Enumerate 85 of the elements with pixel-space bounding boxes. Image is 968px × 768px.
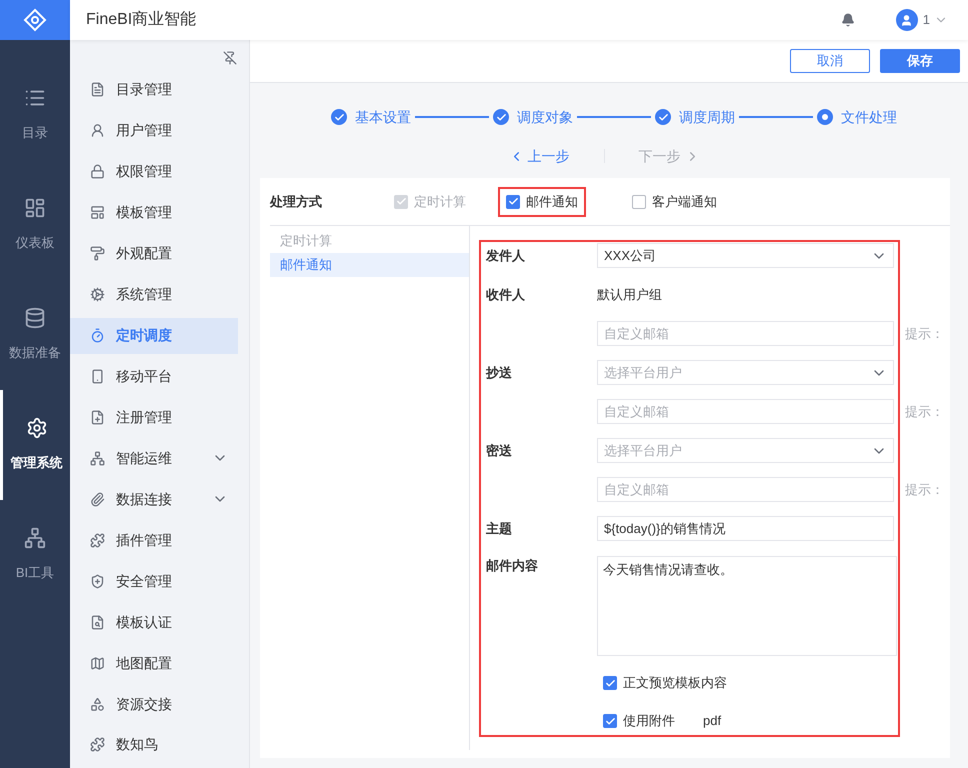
paperclip-icon [90, 492, 105, 507]
pin-icon[interactable] [223, 51, 237, 65]
document-search-icon [90, 614, 105, 630]
settings-icon [26, 417, 48, 440]
input-field[interactable]: 自定义邮箱 [597, 477, 894, 502]
user-icon [90, 123, 105, 138]
input-field[interactable]: 自定义邮箱 [597, 399, 894, 424]
nav-item[interactable]: BI工具 [0, 500, 70, 610]
checkmark-icon [396, 196, 406, 207]
user-name[interactable]: 1 [922, 10, 930, 30]
paint-roller-icon [90, 246, 105, 262]
database-icon [24, 307, 46, 330]
option-label[interactable]: 客户端通知 [652, 192, 717, 212]
message-field[interactable]: 今天销售情况请查收。 [597, 556, 897, 656]
shapes-icon [90, 696, 105, 712]
hint-text: 提示： [905, 402, 944, 421]
sidebar-item[interactable]: 移动平台 [70, 358, 238, 394]
input-field[interactable]: ${today()}的销售情况 [597, 516, 894, 541]
timer-icon [90, 328, 105, 344]
sidebar-item[interactable]: 注册管理 [70, 399, 238, 436]
sidebar-item[interactable]: 系统管理 [70, 276, 238, 313]
field-label: 密送 [486, 442, 512, 458]
save-button[interactable]: 保存 [880, 49, 960, 73]
puzzle-icon [90, 532, 105, 548]
sidebar-item[interactable]: 外观配置 [70, 236, 238, 272]
checkbox[interactable] [506, 194, 520, 208]
sidebar-item[interactable]: 权限管理 [70, 154, 238, 190]
sidebar-item[interactable]: 地图配置 [70, 645, 238, 682]
logo-icon[interactable] [0, 0, 70, 40]
hint-text: 提示： [905, 480, 944, 499]
field-label: 发件人 [486, 248, 525, 263]
field-label: 抄送 [486, 364, 512, 380]
step-item: 基本设置 [331, 106, 411, 128]
nav-item[interactable]: 数据准备 [0, 280, 70, 390]
checkmark-icon [604, 716, 616, 726]
document-plus-icon [90, 410, 105, 425]
network-icon [24, 527, 46, 550]
step-item: 调度对象 [493, 106, 573, 128]
field-value: 默认用户组 [597, 286, 662, 304]
sidebar-item[interactable]: 数据连接 [70, 481, 238, 518]
settings-icon [90, 287, 105, 302]
select-field[interactable]: XXX公司 [597, 243, 894, 268]
app-title: FineBI商业智能 [86, 10, 196, 30]
nav-item[interactable]: 目录 [0, 60, 70, 170]
checkbox[interactable] [603, 714, 617, 728]
checkbox[interactable] [632, 194, 646, 208]
sidebar-item[interactable]: 安全管理 [70, 563, 238, 600]
puzzle-icon [90, 737, 105, 752]
previous-step-link[interactable]: 上一步 [508, 146, 570, 166]
file-format-text: pdf [703, 712, 722, 730]
sidebar-item[interactable]: 插件管理 [70, 522, 238, 558]
field-label: 收件人 [486, 286, 525, 302]
section-label: 处理方式 [270, 192, 323, 211]
template-icon [90, 205, 105, 220]
sidebar-item[interactable]: 资源交接 [70, 686, 238, 722]
sidebar-item[interactable]: 模板认证 [70, 604, 238, 640]
step-item: 文件处理 [817, 106, 897, 128]
checkmark-icon [508, 196, 518, 207]
avatar-icon[interactable] [896, 9, 918, 31]
checkmark-icon [604, 678, 616, 688]
nav-item[interactable]: 仪表板 [0, 170, 70, 280]
option-label[interactable]: 邮件通知 [526, 192, 578, 212]
checkbox-label[interactable]: 正文预览模板内容 [623, 673, 727, 693]
sidebar-item[interactable]: 用户管理 [70, 112, 238, 149]
document-icon [90, 82, 105, 98]
phone-icon [90, 369, 105, 384]
sidebar-item[interactable]: 智能运维 [70, 440, 238, 476]
sidebar-item[interactable]: 模板管理 [70, 194, 238, 231]
shield-icon [90, 574, 105, 589]
input-field[interactable]: 自定义邮箱 [597, 321, 894, 346]
sidebar-item[interactable]: 数知鸟 [70, 726, 238, 763]
field-label: 邮件内容 [486, 558, 538, 573]
dashboard-icon [24, 197, 46, 220]
current-step-icon [817, 109, 833, 125]
network-icon [90, 450, 105, 466]
checkbox-label[interactable]: 使用附件 [623, 711, 675, 731]
checkbox[interactable] [603, 676, 617, 690]
hint-text: 提示： [905, 324, 944, 343]
field-label: 主题 [486, 520, 512, 536]
cancel-button[interactable]: 取消 [790, 49, 870, 73]
map-icon [90, 656, 105, 671]
bell-icon[interactable] [840, 13, 855, 27]
lock-icon [90, 164, 105, 180]
sidebar-item[interactable]: 目录管理 [70, 72, 238, 108]
step-item: 调度周期 [655, 106, 735, 128]
